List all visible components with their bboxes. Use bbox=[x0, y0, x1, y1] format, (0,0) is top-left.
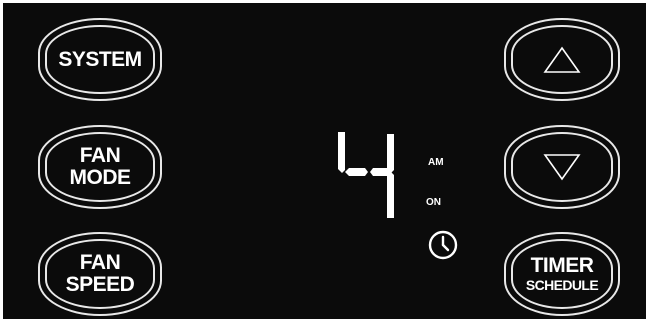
digit-segment-upper-left bbox=[338, 132, 345, 173]
fan-mode-label-line2: MODE bbox=[69, 166, 132, 189]
timer-schedule-button[interactable]: TIMER SCHEDULE bbox=[504, 232, 620, 316]
am-indicator: AM bbox=[428, 157, 444, 168]
down-button[interactable] bbox=[504, 125, 620, 209]
digit-segment-upper-right bbox=[387, 134, 394, 173]
fan-speed-label-line2: SPEED bbox=[65, 273, 135, 296]
fan-speed-button[interactable]: FAN SPEED bbox=[38, 232, 162, 316]
clock-icon bbox=[428, 230, 458, 260]
system-button-label: SYSTEM bbox=[58, 47, 142, 71]
down-triangle-icon bbox=[543, 154, 581, 181]
lcd-digit-display bbox=[338, 132, 394, 218]
fan-mode-button[interactable]: FAN MODE bbox=[38, 125, 162, 209]
digit-segment-lower-right bbox=[387, 172, 394, 218]
on-indicator: ON bbox=[426, 197, 441, 208]
control-panel: SYSTEM FAN MODE FAN SPEED TIMER SCHEDULE… bbox=[3, 3, 646, 319]
system-button[interactable]: SYSTEM bbox=[38, 18, 162, 101]
fan-mode-label-line1: FAN bbox=[79, 144, 121, 167]
up-triangle-icon bbox=[543, 46, 581, 73]
up-button[interactable] bbox=[504, 18, 620, 101]
schedule-label: SCHEDULE bbox=[525, 277, 599, 293]
fan-speed-label-line1: FAN bbox=[79, 251, 121, 274]
digit-segment-middle-left bbox=[345, 168, 368, 176]
timer-label: TIMER bbox=[530, 254, 594, 277]
